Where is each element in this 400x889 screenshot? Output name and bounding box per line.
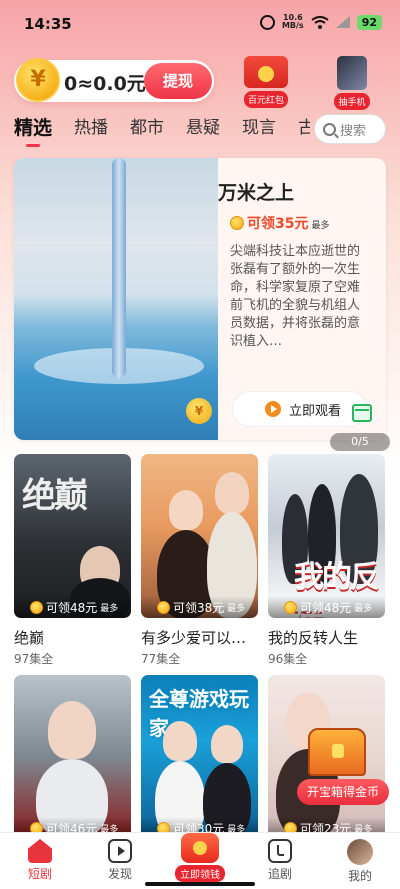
coin-icon xyxy=(284,600,297,614)
category-tabs: 精选 热播 都市 悬疑 现言 古 xyxy=(14,114,310,148)
nav-label: 追剧 xyxy=(267,867,292,881)
poster-figure xyxy=(163,721,197,761)
status-bar: 14:35 10.6 MB/s 92 xyxy=(0,0,400,46)
drama-title[interactable]: 有多少爱可以… xyxy=(141,627,258,648)
home-indicator xyxy=(145,882,255,886)
nav-label: 立即领钱 xyxy=(175,865,225,882)
featured-reward-text: 可领35元 xyxy=(247,216,309,232)
card-reward: 可领38元 最多 xyxy=(141,596,258,618)
drama-poster[interactable]: 我的反转 可领48元 最多 xyxy=(268,454,385,618)
card-reward-more: 最多 xyxy=(227,603,246,614)
redpacket-icon xyxy=(181,833,219,863)
coin-icon xyxy=(30,600,43,614)
nav-item-short-drama[interactable]: 短剧 xyxy=(0,833,80,889)
drama-title[interactable]: 绝巅 xyxy=(14,627,131,648)
drama-card[interactable]: 可领46元 最多 xyxy=(14,675,131,839)
status-time: 14:35 xyxy=(24,15,72,33)
card-reward: 可领48元 最多 xyxy=(268,596,385,618)
coin-balance-pill[interactable]: ¥ 0≈0.0元 提现 xyxy=(14,58,214,102)
poster-figure-2 xyxy=(215,472,249,514)
coin-icon xyxy=(157,600,170,614)
nav-label: 短剧 xyxy=(27,867,52,881)
watch-now-button[interactable]: 立即观看 xyxy=(232,391,368,427)
drama-poster[interactable]: 绝巅 可领48元 最多 xyxy=(14,454,131,618)
calendar-icon[interactable] xyxy=(352,404,372,422)
battery-indicator: 92 xyxy=(356,14,382,30)
coin-icon xyxy=(230,216,244,230)
promo-redpack-label: 百元红包 xyxy=(243,91,288,108)
nav-item-earn-money[interactable]: 立即领钱 xyxy=(160,833,240,889)
drama-card[interactable]: 全尊游戏玩家 可领30元 最多 xyxy=(141,675,258,839)
follow-icon xyxy=(268,839,292,863)
drama-card[interactable]: 可领38元 最多 有多少爱可以… 77集全 xyxy=(141,454,258,667)
promo-phone-lottery[interactable]: 抽手机 xyxy=(324,56,380,110)
status-icons: 10.6 MB/s 92 xyxy=(259,14,382,30)
network-speed: 10.6 MB/s xyxy=(282,14,304,30)
promo-phone-label: 抽手机 xyxy=(334,93,370,110)
promo-redpack[interactable]: 百元红包 xyxy=(238,56,294,108)
coin-balance: 0≈0.0元 xyxy=(64,73,146,95)
home-icon xyxy=(28,839,52,863)
featured-title[interactable]: 万米之上 xyxy=(218,178,294,205)
tab-modern-romance[interactable]: 现言 xyxy=(242,114,276,148)
nav-label: 我的 xyxy=(347,869,372,883)
tab-suspense[interactable]: 悬疑 xyxy=(186,114,220,148)
poster-coin-icon: ¥ xyxy=(186,398,212,424)
wifi-icon xyxy=(311,15,329,29)
drama-episodes: 96集全 xyxy=(268,652,308,666)
open-treasure-button[interactable]: 开宝箱得金币 xyxy=(297,779,389,805)
tab-urban[interactable]: 都市 xyxy=(130,114,164,148)
nav-item-following[interactable]: 追剧 xyxy=(240,833,320,889)
poster-figure-2 xyxy=(211,725,243,763)
search-placeholder: 搜索 xyxy=(340,123,367,139)
tab-hot[interactable]: 热播 xyxy=(74,114,108,148)
withdraw-button[interactable]: 提现 xyxy=(144,63,212,99)
card-reward-text: 可领48元 xyxy=(46,600,98,615)
drama-poster[interactable]: 可领38元 最多 xyxy=(141,454,258,618)
drama-title[interactable]: 我的反转人生 xyxy=(268,627,385,648)
poster-art-plane xyxy=(112,158,126,378)
bottom-nav: 短剧 发现 立即领钱 追剧 我的 xyxy=(0,832,400,889)
card-reward-text: 可领38元 xyxy=(173,600,225,615)
avatar xyxy=(347,839,373,865)
drama-card[interactable]: 我的反转 可领48元 最多 我的反转人生 96集全 xyxy=(268,454,385,667)
nav-item-me[interactable]: 我的 xyxy=(320,833,400,889)
search-input[interactable]: 搜索 xyxy=(314,114,386,144)
poster-figure xyxy=(48,701,96,759)
discover-icon xyxy=(108,839,132,863)
featured-description: 尖端科技让本应逝世的张磊有了额外的一次生命，科学家复原了空难前飞机的全貌与机组人… xyxy=(230,244,360,349)
watch-now-label: 立即观看 xyxy=(289,403,342,419)
featured-reward: 可领35元 最多 xyxy=(230,213,330,233)
signal-icon xyxy=(335,16,350,28)
poster-figure xyxy=(169,490,203,530)
poster-title-art: 绝巅 xyxy=(22,476,88,516)
drama-episodes: 77集全 xyxy=(141,652,181,666)
card-reward-more: 最多 xyxy=(100,603,119,614)
tab-selected[interactable]: 精选 xyxy=(14,114,52,148)
drama-episodes: 97集全 xyxy=(14,652,54,666)
drama-card[interactable]: 绝巅 可领48元 最多 绝巅 97集全 xyxy=(14,454,131,667)
gold-coin-icon: ¥ xyxy=(16,58,60,102)
search-icon xyxy=(323,122,336,136)
nav-item-discover[interactable]: 发现 xyxy=(80,833,160,889)
card-reward-text: 可领48元 xyxy=(300,600,352,615)
alarm-icon xyxy=(259,14,275,30)
network-speed-unit: MB/s xyxy=(281,21,304,30)
featured-poster[interactable]: ¥ xyxy=(14,158,218,440)
featured-reward-more: 最多 xyxy=(311,221,330,231)
tab-ancient[interactable]: 古 xyxy=(298,114,310,148)
nav-label: 发现 xyxy=(107,867,132,881)
play-icon xyxy=(265,401,281,417)
carousel-pager: 0/5 xyxy=(330,433,390,451)
card-reward: 可领48元 最多 xyxy=(14,596,131,618)
drama-poster[interactable]: 可领46元 最多 xyxy=(14,675,131,839)
drama-poster[interactable]: 全尊游戏玩家 可领30元 最多 xyxy=(141,675,258,839)
phone-icon xyxy=(337,56,367,90)
red-packet-icon xyxy=(244,56,288,88)
card-reward-more: 最多 xyxy=(354,603,373,614)
treasure-chest-icon[interactable] xyxy=(308,728,366,776)
